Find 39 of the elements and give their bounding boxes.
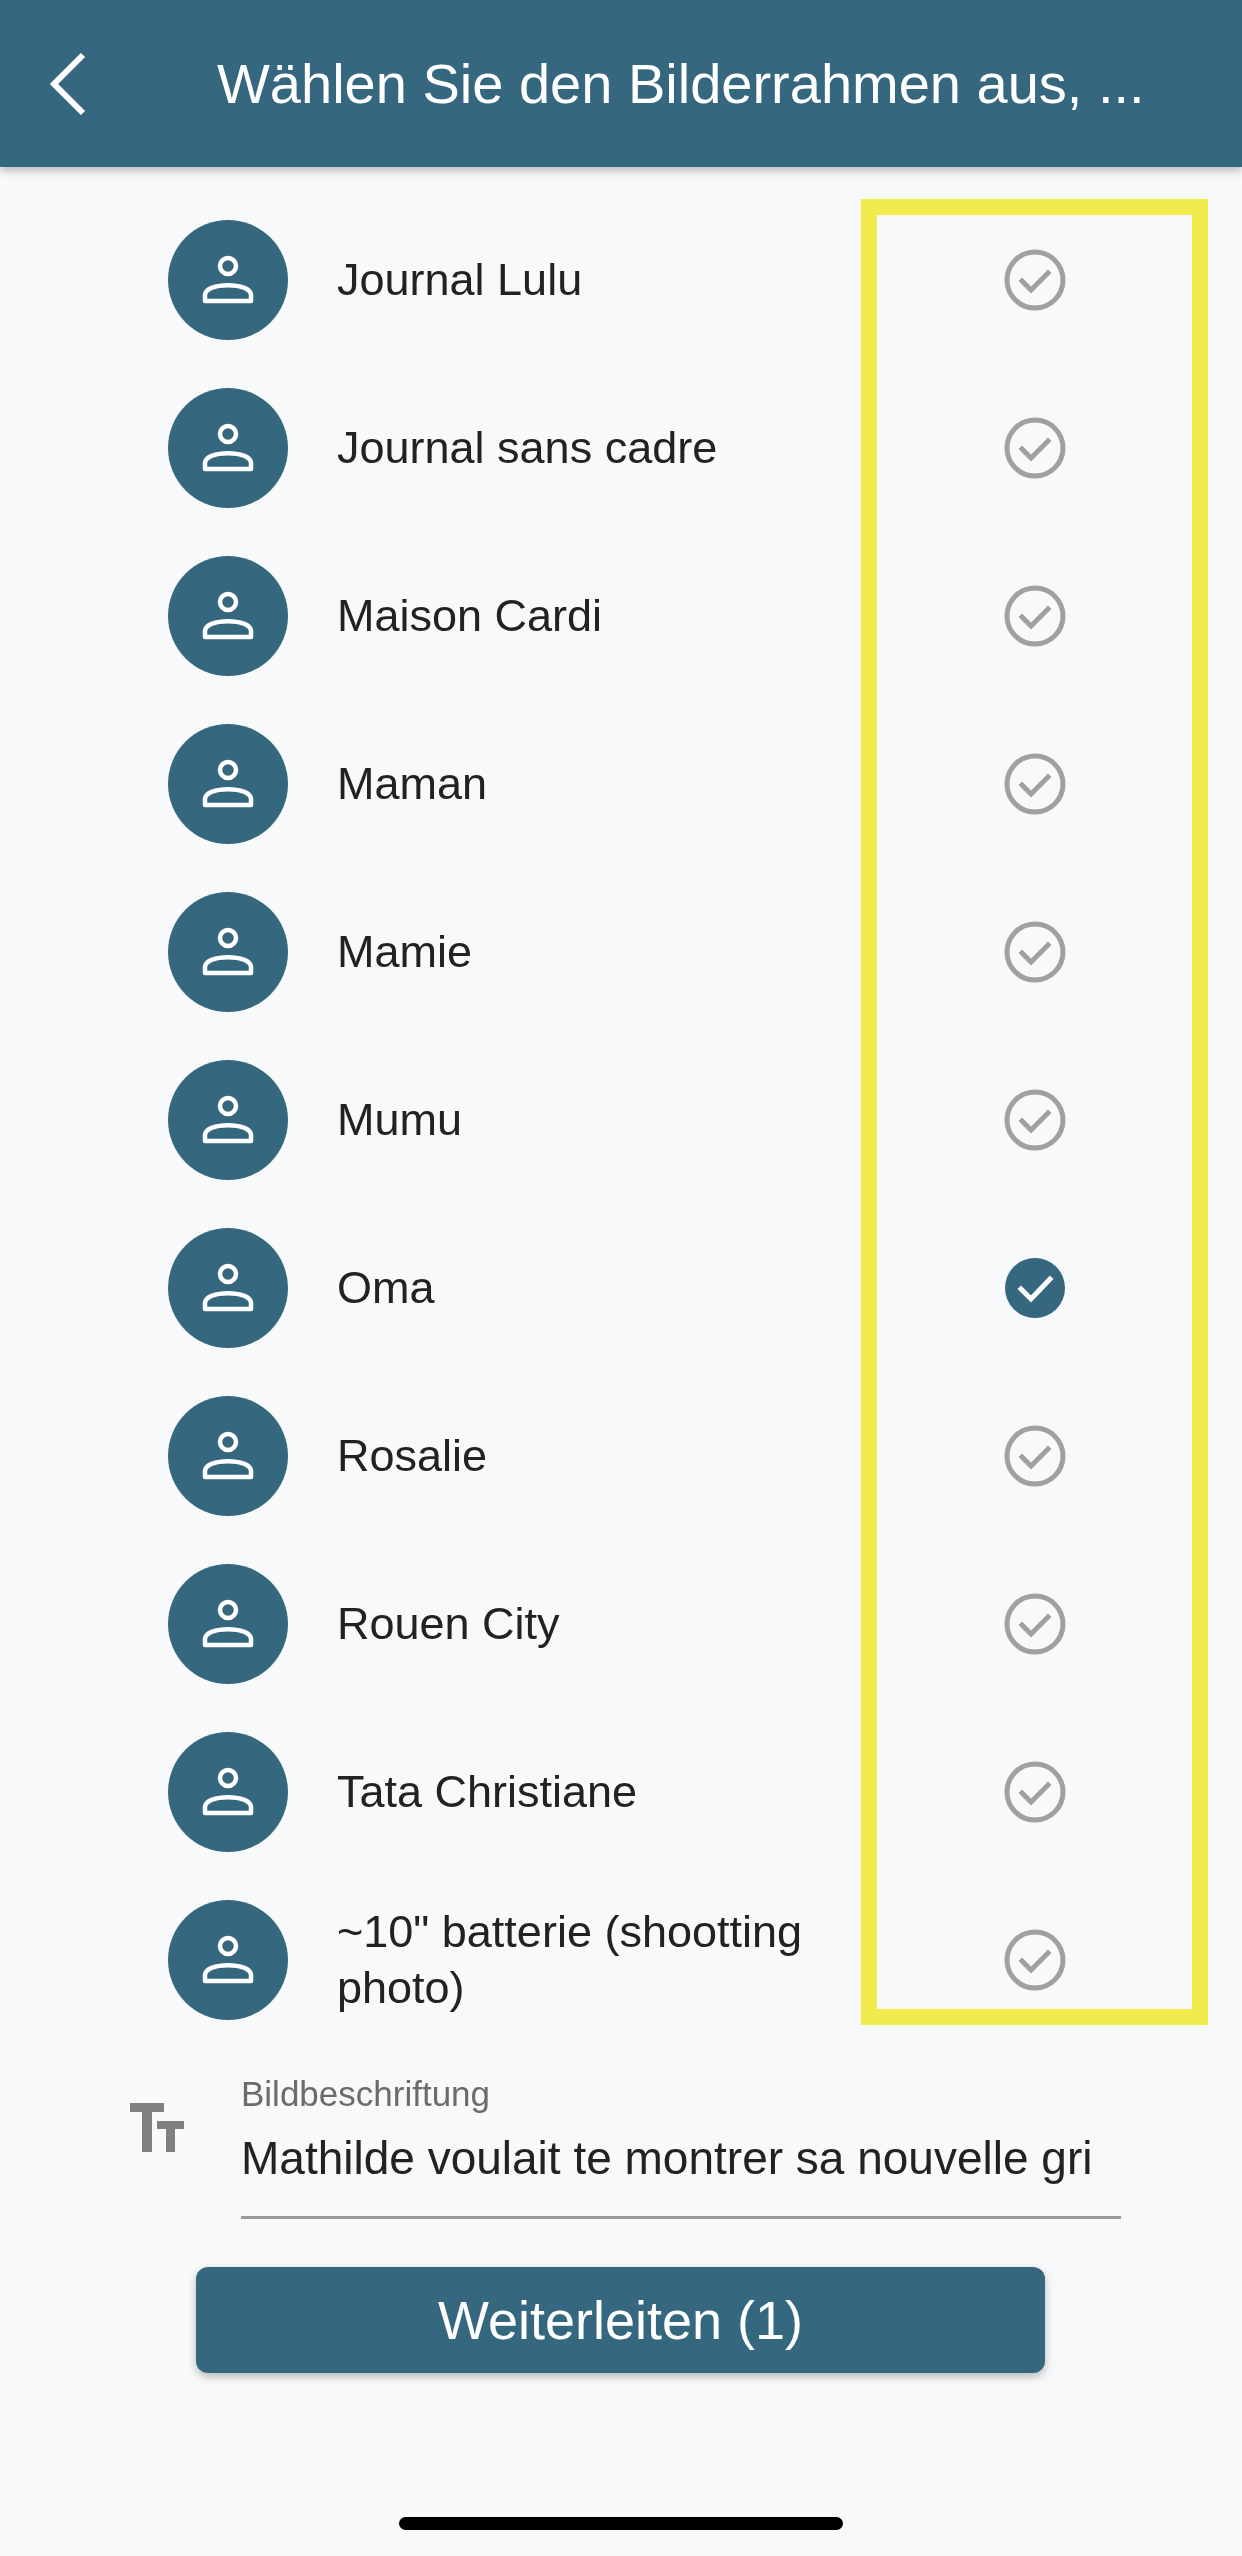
frame-name[interactable]: Tata Christiane — [337, 1763, 861, 1821]
check-circle-icon[interactable] — [1003, 585, 1066, 647]
user-avatar-icon — [168, 892, 288, 1012]
check-circle-icon[interactable] — [1003, 1929, 1066, 1991]
check-circle-icon[interactable] — [1003, 417, 1066, 479]
user-avatar-icon — [168, 556, 288, 676]
check-circle-icon[interactable] — [1003, 249, 1066, 311]
forward-button[interactable]: Weiterleiten (1) — [196, 2267, 1045, 2373]
frame-name[interactable]: Mamie — [337, 923, 861, 981]
frame-name[interactable]: Maison Cardi — [337, 587, 861, 645]
user-avatar-icon — [168, 1396, 288, 1516]
back-icon — [50, 51, 88, 116]
frame-name[interactable]: Mumu — [337, 1091, 861, 1149]
frame-name[interactable]: Oma — [337, 1259, 861, 1317]
frame-name[interactable]: Rouen City — [337, 1595, 861, 1653]
frame-name[interactable]: ~10" batterie (shootting photo) — [337, 1903, 861, 2017]
user-avatar-icon — [168, 220, 288, 340]
text-size-icon — [130, 2103, 184, 2152]
check-circle-icon[interactable] — [1003, 1593, 1066, 1655]
frame-name[interactable]: Rosalie — [337, 1427, 861, 1485]
field-label: Bildbeschriftung — [241, 2074, 492, 2114]
user-avatar-icon — [168, 1060, 288, 1180]
frame-name[interactable]: Journal sans cadre — [337, 419, 861, 477]
user-avatar-icon — [168, 1732, 288, 1852]
check-circle-icon[interactable] — [1003, 753, 1066, 815]
user-avatar-icon — [168, 388, 288, 508]
user-avatar-icon — [168, 724, 288, 844]
check-circle-icon[interactable] — [1003, 1257, 1066, 1319]
check-circle-icon[interactable] — [1003, 921, 1066, 983]
check-circle-icon[interactable] — [1003, 1089, 1066, 1151]
screen-title: Wählen Sie den Bilderrahmen aus, ... — [217, 50, 1145, 117]
frame-name[interactable]: Maman — [337, 755, 861, 813]
frame-name[interactable]: Journal Lulu — [337, 251, 861, 309]
user-avatar-icon — [168, 1228, 288, 1348]
user-avatar-icon — [168, 1900, 288, 2020]
caption-field[interactable]: Bildbeschriftung Mathilde voulait te montrer sa nouvelle gri — [241, 2074, 1121, 2219]
check-circle-icon[interactable] — [1003, 1425, 1066, 1487]
check-circle-icon[interactable] — [1003, 1761, 1066, 1823]
user-avatar-icon — [168, 1564, 288, 1684]
